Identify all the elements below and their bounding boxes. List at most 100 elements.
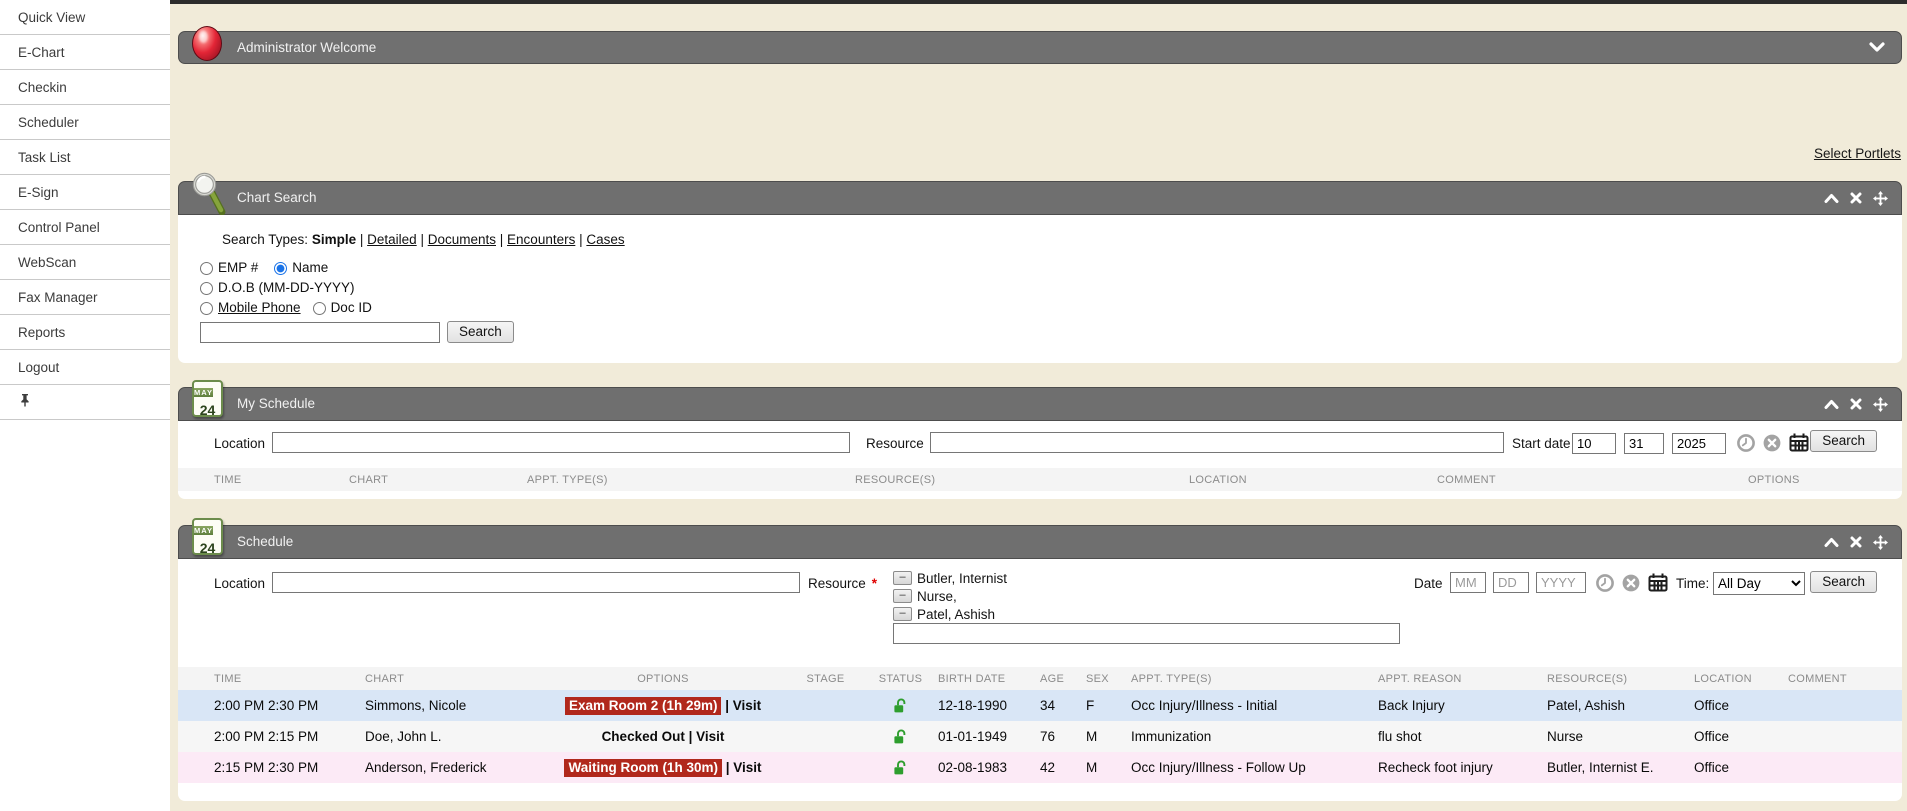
resource-item: Nurse, xyxy=(917,589,957,604)
location-label: Location xyxy=(214,436,265,451)
my-schedule-resource-input[interactable] xyxy=(930,432,1504,453)
column-time: TIME xyxy=(214,673,365,685)
chevron-down-icon[interactable] xyxy=(1869,40,1885,58)
sidebar-item-reports[interactable]: Reports xyxy=(0,315,170,350)
move-icon[interactable] xyxy=(1873,397,1888,412)
chart-search-button[interactable]: Search xyxy=(447,321,514,343)
search-type-detailed[interactable]: Detailed xyxy=(367,232,417,247)
separator: | xyxy=(420,232,424,247)
sidebar-item-quick-view[interactable]: Quick View xyxy=(0,0,170,35)
column-resources: RESOURCE(S) xyxy=(1547,673,1694,685)
resource-label-text: Resource xyxy=(808,576,866,591)
remove-resource-button[interactable]: – xyxy=(893,589,912,603)
close-icon[interactable] xyxy=(1850,192,1862,204)
separator: | xyxy=(725,698,729,713)
collapse-chevron-up-icon[interactable] xyxy=(1824,537,1839,548)
move-icon[interactable] xyxy=(1873,191,1888,206)
dob-radio[interactable] xyxy=(200,282,213,295)
room-status-badge[interactable]: Waiting Room (1h 30m) xyxy=(564,759,722,777)
collapse-chevron-up-icon[interactable] xyxy=(1824,399,1839,410)
sidebar-item-logout[interactable]: Logout xyxy=(0,350,170,385)
mobile-phone-radio[interactable] xyxy=(200,302,213,315)
appointment-row: 2:00 PM 2:30 PM Simmons, Nicole Exam Roo… xyxy=(178,690,1902,721)
sidebar-item-checkin[interactable]: Checkin xyxy=(0,70,170,105)
sidebar-item-scheduler[interactable]: Scheduler xyxy=(0,105,170,140)
sidebar-item-task-list[interactable]: Task List xyxy=(0,140,170,175)
remove-resource-button[interactable]: – xyxy=(893,571,912,585)
cell-chart[interactable]: Doe, John L. xyxy=(365,729,538,744)
visit-link[interactable]: Visit xyxy=(733,760,761,775)
cell-appt-type: Immunization xyxy=(1131,729,1378,744)
mobile-phone-label[interactable]: Mobile Phone xyxy=(218,298,301,318)
date-year-input[interactable] xyxy=(1536,572,1586,593)
collapse-chevron-up-icon[interactable] xyxy=(1824,193,1839,204)
search-type-cases[interactable]: Cases xyxy=(586,232,624,247)
remove-resource-button[interactable]: – xyxy=(893,607,912,621)
cell-time: 2:15 PM 2:30 PM xyxy=(214,760,365,775)
column-appt-types: APPT. TYPE(S) xyxy=(527,474,855,486)
calendar-picker-icon[interactable] xyxy=(1789,433,1809,457)
search-type-documents[interactable]: Documents xyxy=(428,232,496,247)
start-date-year-input[interactable] xyxy=(1672,433,1726,454)
sidebar-item-webscan[interactable]: WebScan xyxy=(0,245,170,280)
clock-icon[interactable] xyxy=(1596,574,1614,597)
column-appt-types: APPT. TYPE(S) xyxy=(1131,673,1378,685)
move-icon[interactable] xyxy=(1873,535,1888,550)
close-icon[interactable] xyxy=(1850,536,1862,548)
date-day-input[interactable] xyxy=(1493,572,1529,593)
search-type-encounters[interactable]: Encounters xyxy=(507,232,575,247)
unlocked-icon[interactable] xyxy=(863,729,938,745)
sidebar-item-e-chart[interactable]: E-Chart xyxy=(0,35,170,70)
cell-time: 2:00 PM 2:30 PM xyxy=(214,698,365,713)
clear-date-icon[interactable] xyxy=(1763,434,1781,457)
schedule-search-button[interactable]: Search xyxy=(1810,571,1877,593)
calendar-picker-icon[interactable] xyxy=(1648,573,1668,597)
schedule-resource-input[interactable] xyxy=(893,623,1400,644)
doc-id-radio[interactable] xyxy=(313,302,326,315)
visit-link[interactable]: Visit xyxy=(733,698,761,713)
start-date-day-input[interactable] xyxy=(1624,433,1664,454)
visit-link[interactable]: Visit xyxy=(696,729,724,744)
search-type-simple[interactable]: Simple xyxy=(312,232,356,247)
chart-search-portlet: Chart Search Search Types: Simple | Deta… xyxy=(178,181,1902,363)
sidebar-item-e-sign[interactable]: E-Sign xyxy=(0,175,170,210)
chart-search-title: Chart Search xyxy=(237,182,317,214)
sidebar-pin-button[interactable] xyxy=(0,385,170,420)
time-label: Time: xyxy=(1676,576,1709,591)
time-select[interactable]: All Day xyxy=(1713,572,1805,595)
clear-date-icon[interactable] xyxy=(1622,574,1640,597)
cell-chart[interactable]: Simmons, Nicole xyxy=(365,698,538,713)
checked-out-status: Checked Out xyxy=(602,729,685,744)
cell-sex: F xyxy=(1086,698,1131,713)
close-icon[interactable] xyxy=(1850,398,1862,410)
chart-search-input[interactable] xyxy=(200,322,440,343)
required-asterisk: * xyxy=(872,576,877,591)
cell-sex: M xyxy=(1086,760,1131,775)
my-schedule-header: MAY 24 My Schedule xyxy=(178,387,1902,421)
name-radio[interactable] xyxy=(274,262,287,275)
unlocked-icon[interactable] xyxy=(863,760,938,776)
column-comment: COMMENT xyxy=(1437,474,1732,486)
cell-options: Exam Room 2 (1h 29m) | Visit xyxy=(538,697,788,715)
select-portlets-link[interactable]: Select Portlets xyxy=(1814,146,1901,161)
clock-icon[interactable] xyxy=(1737,434,1755,457)
my-schedule-location-input[interactable] xyxy=(272,432,850,453)
sidebar: Quick View E-Chart Checkin Scheduler Tas… xyxy=(0,0,170,811)
date-month-input[interactable] xyxy=(1450,572,1486,593)
room-status-badge[interactable]: Exam Room 2 (1h 29m) xyxy=(565,697,722,715)
doc-id-label: Doc ID xyxy=(331,298,372,318)
schedule-location-input[interactable] xyxy=(272,572,800,593)
calendar-page-icon: MAY 24 xyxy=(192,518,223,555)
emp-number-label: EMP # xyxy=(218,258,258,278)
column-age: AGE xyxy=(1040,673,1086,685)
sidebar-item-control-panel[interactable]: Control Panel xyxy=(0,210,170,245)
start-date-month-input[interactable] xyxy=(1572,433,1616,454)
cell-chart[interactable]: Anderson, Frederick xyxy=(365,760,538,775)
my-schedule-search-button[interactable]: Search xyxy=(1810,430,1877,452)
sidebar-item-fax-manager[interactable]: Fax Manager xyxy=(0,280,170,315)
cell-birth-date: 02-08-1983 xyxy=(938,760,1040,775)
emp-number-radio[interactable] xyxy=(200,262,213,275)
column-chart: CHART xyxy=(349,474,527,486)
unlocked-icon[interactable] xyxy=(863,698,938,714)
column-options: OPTIONS xyxy=(538,673,788,685)
